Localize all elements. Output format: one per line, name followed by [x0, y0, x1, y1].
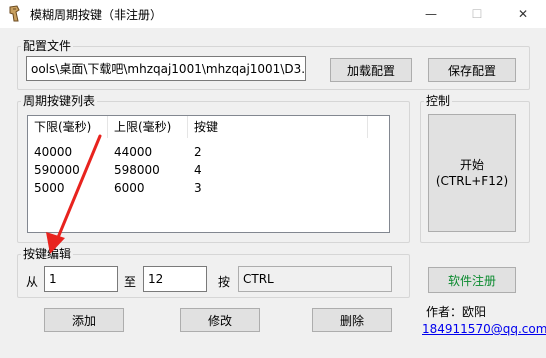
to-input[interactable]: 12	[143, 266, 207, 292]
control-group-label: 控制	[424, 94, 453, 108]
load-config-button[interactable]: 加载配置	[330, 58, 412, 82]
column-header-upper[interactable]: 上限(毫秒)	[108, 116, 188, 138]
key-input[interactable]: CTRL	[238, 266, 392, 292]
save-config-button[interactable]: 保存配置	[428, 58, 516, 82]
row-upper-value: 44000	[114, 145, 153, 159]
title-bar: 模糊周期按键（非注册） — ☐ ✕	[0, 0, 546, 28]
minimize-icon: —	[425, 7, 437, 21]
from-input[interactable]: 1	[44, 266, 118, 292]
register-button-label: 软件注册	[447, 273, 496, 288]
from-label: 从	[26, 275, 39, 289]
maximize-button[interactable]: ☐	[454, 0, 500, 28]
maximize-icon: ☐	[471, 7, 483, 21]
row-key-value: 2	[194, 145, 202, 159]
modify-button[interactable]: 修改	[180, 308, 260, 332]
start-hotkey-label: (CTRL+F12)	[435, 174, 509, 188]
close-icon: ✕	[517, 7, 529, 21]
delete-button[interactable]: 删除	[312, 308, 392, 332]
column-header-key[interactable]: 按键	[188, 116, 368, 138]
row-upper-value: 598000	[114, 163, 160, 177]
config-file-group-label: 配置文件	[21, 39, 74, 53]
start-button[interactable]: 开始 (CTRL+F12)	[428, 114, 516, 232]
row-key-value: 4	[194, 163, 202, 177]
row-upper-value: 6000	[114, 181, 145, 195]
key-label: 按	[218, 275, 231, 289]
close-button[interactable]: ✕	[500, 0, 546, 28]
app-icon	[9, 5, 20, 22]
window-title: 模糊周期按键（非注册）	[30, 8, 163, 22]
window-client: 配置文件 ools\桌面\下载吧\mhzqaj1001\mhzqaj1001\D…	[0, 28, 546, 358]
start-button-label: 开始	[459, 158, 484, 172]
minimize-button[interactable]: —	[408, 0, 454, 28]
key-list-group-label: 周期按键列表	[21, 94, 98, 108]
row-key-value: 3	[194, 181, 202, 195]
config-path-field[interactable]: ools\桌面\下载吧\mhzqaj1001\mhzqaj1001\D3.ini	[26, 56, 306, 81]
to-label: 至	[124, 275, 137, 289]
annotation-arrow-icon	[46, 134, 102, 254]
author-label: 作者：欧阳	[426, 305, 487, 319]
register-button[interactable]: 软件注册	[428, 267, 516, 293]
add-button[interactable]: 添加	[44, 308, 124, 332]
author-contact-link[interactable]: 184911570@qq.com	[422, 322, 546, 336]
